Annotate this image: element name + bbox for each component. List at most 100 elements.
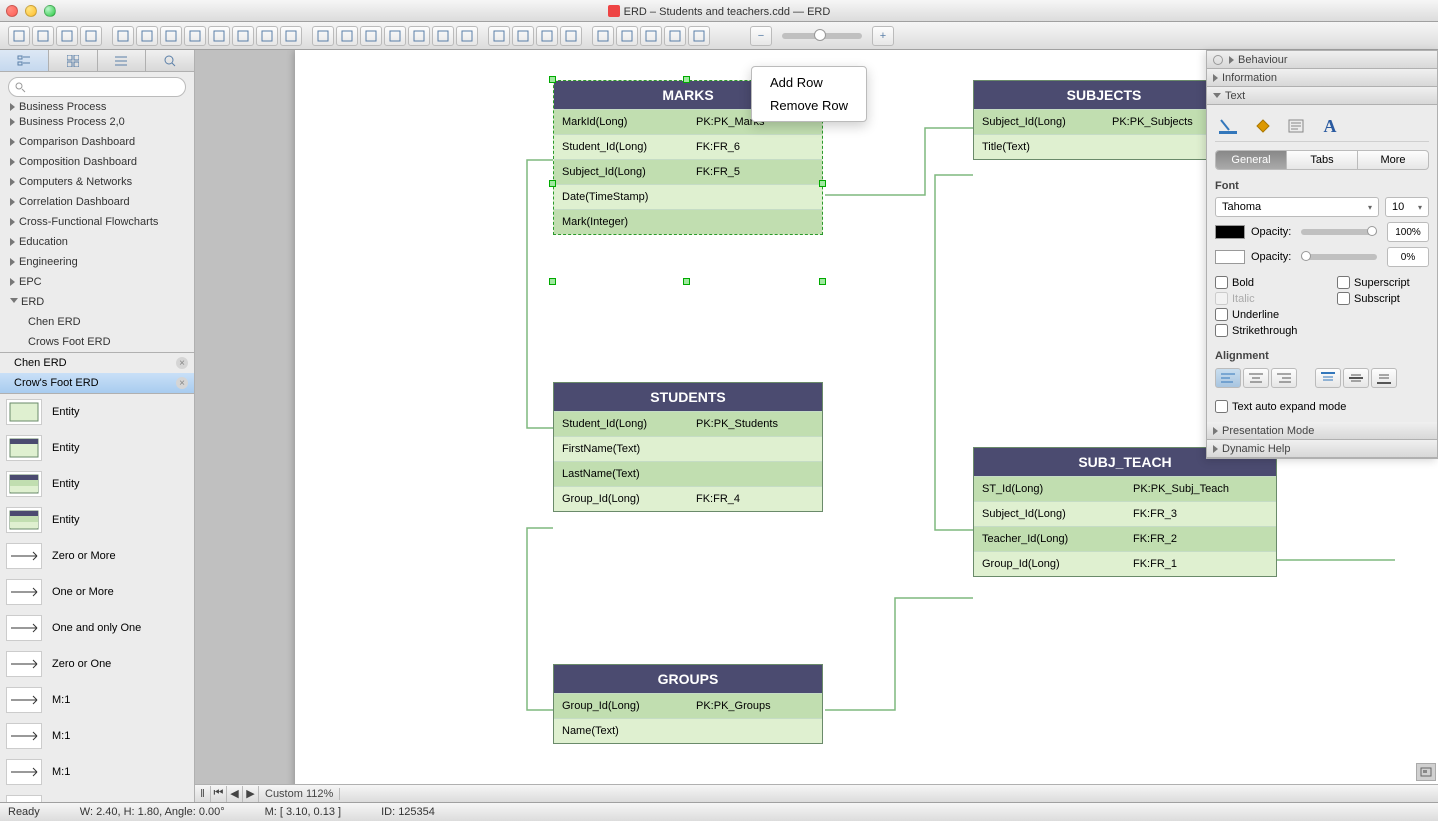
tree-item[interactable]: Engineering [0, 252, 194, 272]
selection-handle[interactable] [819, 180, 826, 187]
selection-handle[interactable] [819, 278, 826, 285]
entity-row[interactable]: Subject_Id(Long)PK:PK_Subjects [974, 109, 1234, 134]
align-left-button[interactable] [1215, 368, 1241, 388]
entity-subj-teach[interactable]: SUBJ_TEACH ST_Id(Long)PK:PK_Subj_TeachSu… [973, 447, 1277, 577]
pencil-icon[interactable] [688, 26, 710, 46]
ruler-toggle-button[interactable]: ‖ [195, 786, 211, 802]
line-icon[interactable] [312, 26, 334, 46]
zoom-level-display[interactable]: Custom 112% [259, 788, 340, 800]
align-right-icon[interactable] [160, 26, 182, 46]
stencil-item[interactable]: One and only One [0, 610, 194, 646]
entity-row[interactable]: Group_Id(Long)FK:FR_4 [554, 486, 822, 511]
entity-subjects[interactable]: SUBJECTS Subject_Id(Long)PK:PK_SubjectsT… [973, 80, 1235, 160]
paragraph-icon[interactable] [1283, 115, 1309, 137]
ctx-remove-row[interactable]: Remove Row [752, 94, 866, 117]
tree-item[interactable]: ERD [0, 292, 194, 312]
back-icon[interactable] [560, 26, 582, 46]
ungroup-icon[interactable] [512, 26, 534, 46]
open-file-item[interactable]: Crow's Foot ERD× [0, 373, 194, 393]
font-size-select[interactable]: 10▾ [1385, 197, 1429, 217]
open-file-item[interactable]: Chen ERD× [0, 353, 194, 373]
panel-tab-general[interactable]: General [1216, 151, 1287, 169]
refresh-icon[interactable] [592, 26, 614, 46]
tree-item[interactable]: Composition Dashboard [0, 152, 194, 172]
align-center-icon[interactable] [136, 26, 158, 46]
align-right-button[interactable] [1271, 368, 1297, 388]
entity-row[interactable]: Teacher_Id(Long)FK:FR_2 [974, 526, 1276, 551]
sidebar-search-input[interactable] [8, 77, 186, 97]
sidebar-tab-list[interactable] [98, 50, 147, 71]
align-middle-icon[interactable] [208, 26, 230, 46]
bg-opacity-value[interactable]: 0% [1387, 247, 1429, 267]
ctx-add-row[interactable]: Add Row [752, 71, 866, 94]
font-panel-icon[interactable]: A [1317, 115, 1343, 137]
bg-opacity-slider[interactable] [1301, 254, 1377, 260]
valign-bottom-button[interactable] [1371, 368, 1397, 388]
valign-top-button[interactable] [1315, 368, 1341, 388]
ellipse-icon[interactable] [56, 26, 78, 46]
valign-middle-button[interactable] [1343, 368, 1369, 388]
text-color-icon[interactable] [1215, 115, 1241, 137]
cb-italic[interactable]: Italic [1215, 292, 1307, 305]
panel-tab-more[interactable]: More [1358, 151, 1428, 169]
tree-item[interactable]: EPC [0, 272, 194, 292]
tree-item[interactable]: Education [0, 232, 194, 252]
stencil-item[interactable]: Zero or More [0, 538, 194, 574]
bg-color-swatch[interactable] [1215, 250, 1245, 264]
bezier-icon[interactable] [432, 26, 454, 46]
connector-icon[interactable] [384, 26, 406, 46]
stencil-item[interactable]: M:1 [0, 754, 194, 790]
entity-students[interactable]: STUDENTS Student_Id(Long)PK:PK_StudentsF… [553, 382, 823, 512]
entity-row[interactable]: Student_Id(Long)FK:FR_6 [554, 134, 822, 159]
page-next-button[interactable]: ▶ [243, 786, 259, 802]
page-first-button[interactable]: ⏮ [211, 786, 227, 802]
arc-icon[interactable] [360, 26, 382, 46]
selection-handle[interactable] [683, 278, 690, 285]
stencil-item[interactable]: One or More [0, 574, 194, 610]
selection-handle[interactable] [549, 76, 556, 83]
stencil-item[interactable]: M:1 [0, 790, 194, 802]
cb-strikethrough[interactable]: Strikethrough [1215, 324, 1307, 337]
smart-connector-icon[interactable] [408, 26, 430, 46]
entity-row[interactable]: ST_Id(Long)PK:PK_Subj_Teach [974, 476, 1276, 501]
selection-handle[interactable] [549, 278, 556, 285]
panel-section-behaviour[interactable]: Behaviour [1207, 51, 1437, 69]
selection-handle[interactable] [683, 76, 690, 83]
align-bottom-icon[interactable] [232, 26, 254, 46]
panel-section-presentation[interactable]: Presentation Mode [1207, 422, 1437, 440]
selection-handle[interactable] [549, 180, 556, 187]
font-family-select[interactable]: Tahoma▾ [1215, 197, 1379, 217]
text-color-swatch[interactable] [1215, 225, 1245, 239]
cb-auto-expand[interactable]: Text auto expand mode [1215, 400, 1429, 413]
stencil-item[interactable]: Entity [0, 430, 194, 466]
stencil-item[interactable]: Entity [0, 466, 194, 502]
entity-row[interactable]: Group_Id(Long)PK:PK_Groups [554, 693, 822, 718]
entity-row[interactable]: FirstName(Text) [554, 436, 822, 461]
sidebar-tab-grid[interactable] [49, 50, 98, 71]
entity-row[interactable]: Student_Id(Long)PK:PK_Students [554, 411, 822, 436]
panel-tab-tabs[interactable]: Tabs [1287, 151, 1358, 169]
cb-superscript[interactable]: Superscript [1337, 276, 1429, 289]
zoom-icon[interactable] [616, 26, 638, 46]
tree-subitem[interactable]: Crows Foot ERD [0, 332, 194, 352]
text-opacity-value[interactable]: 100% [1387, 222, 1429, 242]
text-box-icon[interactable] [80, 26, 102, 46]
tree-item[interactable]: Comparison Dashboard [0, 132, 194, 152]
sidebar-tab-search[interactable] [146, 50, 194, 71]
page-navigator-button[interactable] [1416, 763, 1436, 781]
entity-row[interactable]: Subject_Id(Long)FK:FR_5 [554, 159, 822, 184]
stencil-item[interactable]: M:1 [0, 682, 194, 718]
stencil-item[interactable]: Entity [0, 502, 194, 538]
zoom-in-button[interactable]: + [872, 26, 894, 46]
sidebar-tab-tree[interactable] [0, 50, 49, 71]
fill-color-icon[interactable] [1249, 115, 1275, 137]
entity-groups[interactable]: GROUPS Group_Id(Long)PK:PK_GroupsName(Te… [553, 664, 823, 744]
stencil-item[interactable]: Zero or One [0, 646, 194, 682]
zoom-slider[interactable] [782, 33, 862, 39]
hand-icon[interactable] [640, 26, 662, 46]
entity-row[interactable]: Subject_Id(Long)FK:FR_3 [974, 501, 1276, 526]
close-icon[interactable]: × [176, 377, 188, 389]
group-icon[interactable] [488, 26, 510, 46]
page-prev-button[interactable]: ◀ [227, 786, 243, 802]
tree-item[interactable]: Computers & Networks [0, 172, 194, 192]
